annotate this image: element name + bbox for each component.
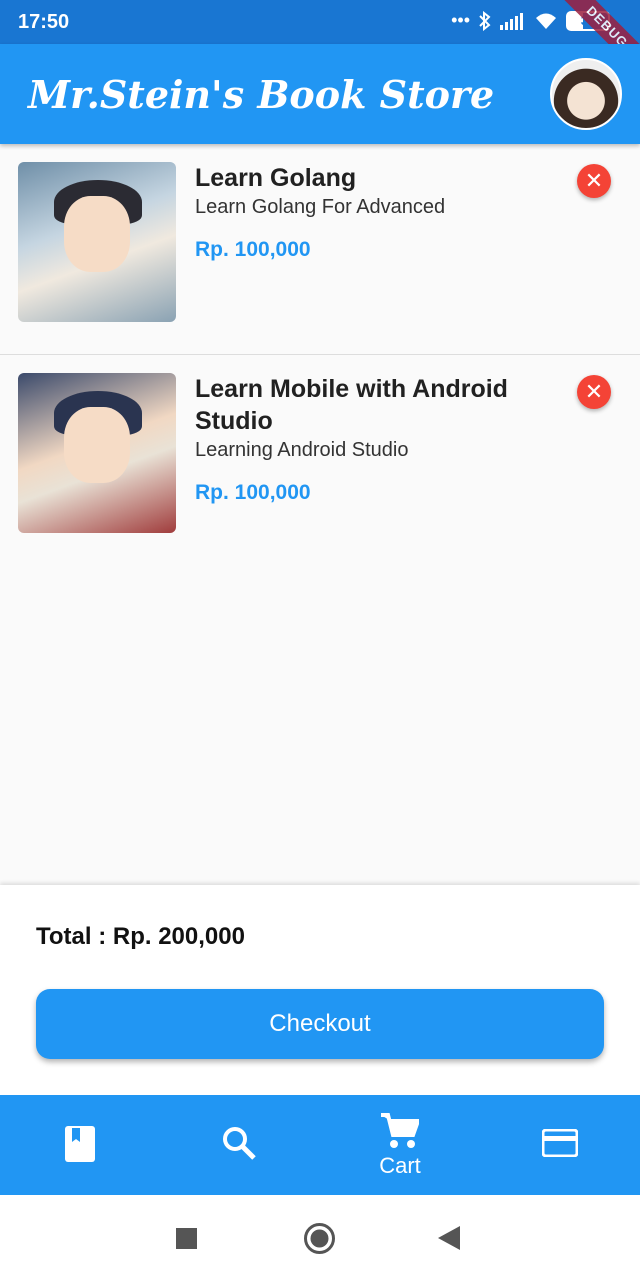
- bluetooth-icon: [479, 10, 491, 31]
- wifi-icon: [536, 13, 556, 29]
- book-subtitle: Learn Golang For Advanced: [195, 196, 446, 218]
- book-price: Rp. 100,000: [195, 481, 311, 504]
- more-dots-icon: •••: [451, 10, 470, 30]
- checkout-summary: Total : Rp. 200,000 Checkout: [0, 885, 640, 1095]
- back-icon[interactable]: [438, 1226, 460, 1250]
- system-navigation-bar: [0, 1195, 640, 1280]
- cover-art-face: [64, 196, 130, 272]
- app-bar: Mr.Stein's Book Store: [0, 44, 640, 144]
- app-title: Mr.Stein's Book Store: [28, 72, 495, 117]
- home-icon[interactable]: [303, 1222, 336, 1255]
- bottom-navigation: Cart: [0, 1095, 640, 1195]
- cart-icon: [381, 1113, 419, 1148]
- book-price: Rp. 100,000: [195, 238, 311, 261]
- cart-item[interactable]: Learn Mobile with Android Studio Learnin…: [0, 355, 640, 579]
- close-icon: ✕: [584, 379, 604, 404]
- status-time: 17:50: [18, 11, 70, 33]
- search-icon: [223, 1127, 256, 1160]
- nav-cart[interactable]: Cart: [320, 1095, 480, 1195]
- profile-avatar[interactable]: [550, 58, 622, 130]
- status-bar: 17:50 ••• 37 DEBUG: [0, 0, 640, 81]
- checkout-button[interactable]: Checkout: [36, 989, 604, 1059]
- nav-payment[interactable]: [480, 1095, 640, 1195]
- cart-item-info: Learn Mobile with Android Studio Learnin…: [195, 373, 565, 505]
- total-price: Total : Rp. 200,000: [36, 923, 245, 950]
- book-cover-image: [18, 373, 176, 533]
- nav-search[interactable]: [160, 1095, 320, 1195]
- cart-item[interactable]: Learn Golang Learn Golang For Advanced R…: [0, 144, 640, 355]
- signal-icon: [500, 12, 523, 30]
- book-subtitle: Learning Android Studio: [195, 439, 409, 461]
- close-icon: ✕: [584, 168, 604, 193]
- book-title: Learn Golang: [195, 164, 357, 192]
- cover-art-face: [64, 407, 130, 483]
- nav-books[interactable]: [0, 1095, 160, 1195]
- remove-item-button[interactable]: ✕: [577, 164, 611, 198]
- credit-card-icon: [542, 1129, 578, 1157]
- cart-list: Learn Golang Learn Golang For Advanced R…: [0, 144, 640, 579]
- book-title: Learn Mobile with Android Studio: [195, 375, 508, 435]
- recents-icon[interactable]: [176, 1228, 197, 1249]
- nav-cart-label: Cart: [379, 1153, 421, 1178]
- remove-item-button[interactable]: ✕: [577, 375, 611, 409]
- book-icon: [65, 1126, 95, 1162]
- book-cover-image: [18, 162, 176, 322]
- cart-item-info: Learn Golang Learn Golang For Advanced R…: [195, 162, 565, 262]
